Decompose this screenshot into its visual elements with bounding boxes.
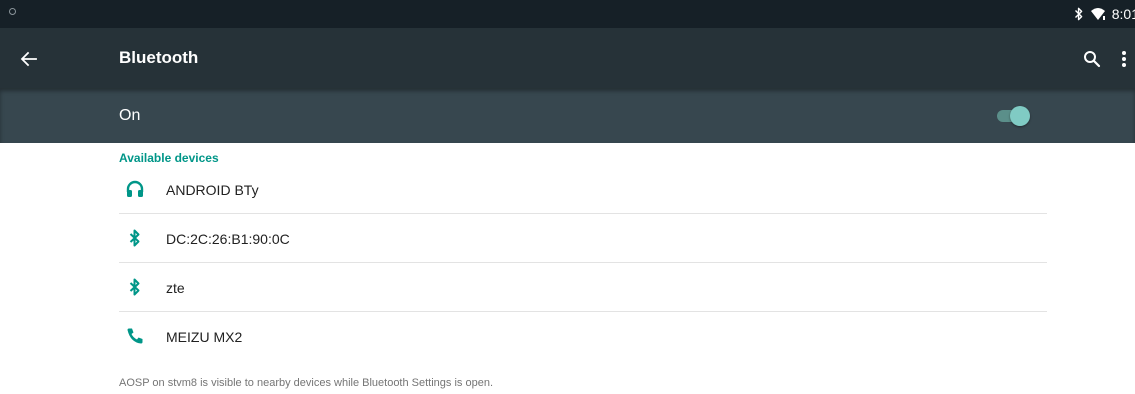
- toggle-thumb: [1010, 106, 1030, 126]
- device-list: ANDROID BTy DC:2C:26:B1:90:0C zte MEIZU …: [0, 165, 1135, 361]
- device-item[interactable]: ANDROID BTy: [0, 165, 1135, 214]
- more-vert-icon: [1122, 51, 1126, 67]
- bluetooth-switch-bar[interactable]: On: [0, 88, 1135, 143]
- back-arrow-icon: [20, 51, 37, 67]
- device-item[interactable]: MEIZU MX2: [0, 312, 1135, 361]
- device-item[interactable]: zte: [0, 263, 1135, 312]
- visibility-notice: AOSP on stvm8 is visible to nearby devic…: [119, 377, 493, 389]
- phone-icon: [124, 325, 146, 347]
- device-name: ANDROID BTy: [166, 182, 259, 198]
- bluetooth-icon: [124, 276, 146, 298]
- status-bar: 8:01: [0, 0, 1135, 28]
- status-time: 8:01: [1111, 6, 1135, 22]
- bluetooth-icon: [124, 227, 146, 249]
- switch-label: On: [119, 107, 141, 124]
- app-bar: Bluetooth: [0, 28, 1135, 88]
- device-name: zte: [166, 280, 185, 296]
- device-item[interactable]: DC:2C:26:B1:90:0C: [0, 214, 1135, 263]
- device-name: MEIZU MX2: [166, 329, 243, 345]
- back-button[interactable]: [14, 44, 44, 74]
- page-title: Bluetooth: [119, 48, 199, 67]
- status-icons: 8:01: [1074, 5, 1135, 23]
- available-devices-header: Available devices: [119, 151, 219, 165]
- bluetooth-toggle[interactable]: [997, 106, 1031, 126]
- more-options-button[interactable]: [1113, 45, 1135, 73]
- wifi-icon: [1090, 7, 1106, 21]
- bluetooth-status-icon: [1074, 7, 1084, 21]
- notification-dot-icon: [9, 8, 16, 15]
- device-name: DC:2C:26:B1:90:0C: [166, 231, 290, 247]
- search-icon: [1084, 51, 1101, 68]
- search-button[interactable]: [1078, 45, 1106, 73]
- headset-icon: [124, 178, 146, 200]
